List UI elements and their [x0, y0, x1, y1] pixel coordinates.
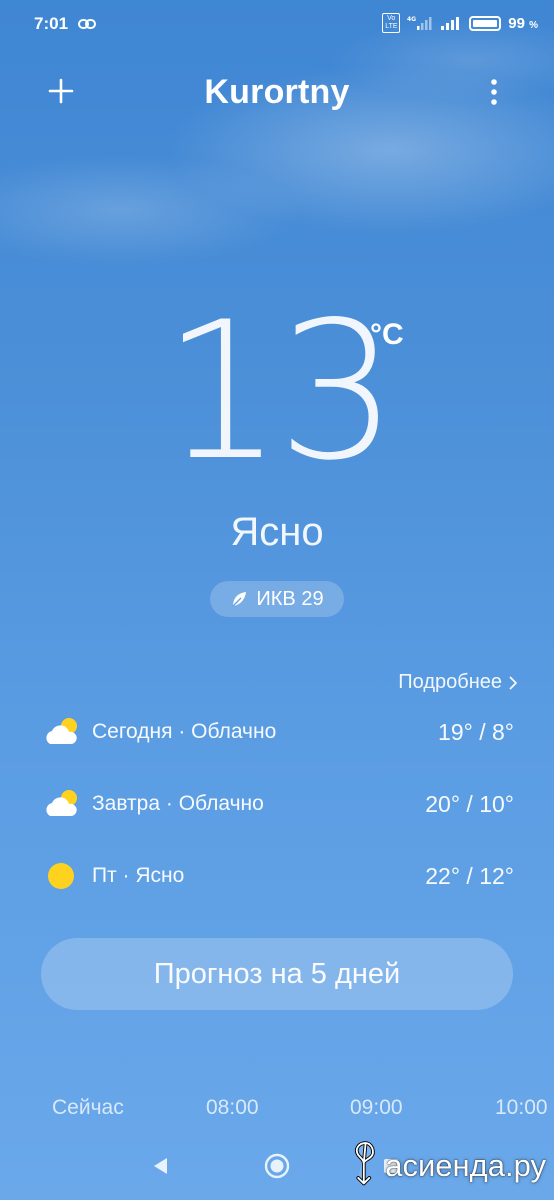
- hour-label: Сейчас: [52, 1096, 124, 1119]
- chevron-right-icon: [509, 675, 518, 690]
- back-triangle-icon: [154, 1158, 167, 1174]
- city-title: Kurortny: [204, 73, 350, 111]
- volte-icon: Vo LTE: [382, 13, 401, 33]
- signal-icon: [441, 17, 460, 30]
- aqi-label: ИКВ 29: [256, 587, 324, 610]
- forecast-day-label: Сегодня · Облачно: [92, 720, 277, 743]
- signal-4g-icon: 4G: [407, 16, 432, 30]
- hour-label: 08:00: [206, 1096, 259, 1119]
- network-label: 4G: [407, 16, 416, 23]
- hourly-strip[interactable]: Сейчас 08:00 09:00 10:00: [0, 1096, 554, 1126]
- forecast-row-today[interactable]: Сегодня · Облачно 19° / 8°: [42, 712, 514, 752]
- aqi-badge[interactable]: ИКВ 29: [210, 581, 344, 617]
- forecast-day-temps: 19° / 8°: [438, 718, 514, 745]
- watermark-logo-icon: [355, 1141, 375, 1186]
- battery-icon: [469, 15, 502, 31]
- more-vertical-icon: [491, 79, 497, 105]
- temperature-unit: °C: [370, 318, 404, 351]
- partly-cloudy-icon: [46, 790, 77, 816]
- nav-back-button[interactable]: [151, 1156, 171, 1176]
- watermark-text: асиенда.ру: [385, 1148, 546, 1183]
- status-bar: 7:01 Vo LTE 4G 99 %: [0, 0, 554, 50]
- partly-cloudy-icon: [46, 718, 77, 744]
- leaf-icon: [232, 592, 247, 607]
- details-link[interactable]: Подробнее: [398, 671, 518, 694]
- status-indicators: Vo LTE 4G 99 %: [382, 13, 538, 33]
- sun-icon: [48, 863, 74, 889]
- forecast-day-label: Пт · Ясно: [92, 864, 185, 887]
- forecast-row-tomorrow[interactable]: Завтра · Облачно 20° / 10°: [42, 784, 514, 824]
- forecast-day-label: Завтра · Облачно: [92, 792, 264, 815]
- details-label: Подробнее: [398, 671, 502, 693]
- hour-label: 10:00: [495, 1096, 548, 1119]
- status-time: 7:01: [34, 14, 69, 33]
- forecast-day-temps: 22° / 12°: [425, 862, 514, 889]
- link-icon: [78, 19, 96, 29]
- nav-home-button[interactable]: [264, 1153, 290, 1179]
- current-condition: Ясно: [230, 510, 324, 554]
- current-temperature: 13: [162, 281, 398, 502]
- watermark: асиенда.ру: [350, 1138, 546, 1194]
- battery-percent: 99 %: [508, 14, 538, 32]
- hour-label: 09:00: [350, 1096, 403, 1119]
- home-circle-icon: [264, 1153, 290, 1179]
- more-options-button[interactable]: [478, 76, 510, 108]
- forecast-day-temps: 20° / 10°: [425, 790, 514, 817]
- forecast-row-friday[interactable]: Пт · Ясно 22° / 12°: [42, 856, 514, 896]
- five-day-forecast-button[interactable]: Прогноз на 5 дней: [41, 938, 513, 1010]
